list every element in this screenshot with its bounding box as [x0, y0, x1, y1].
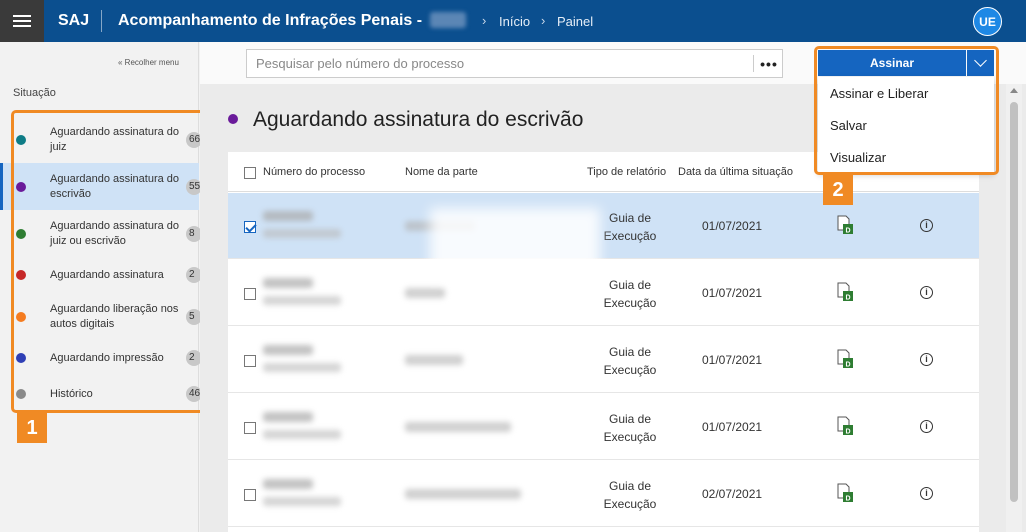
scrollbar-thumb[interactable] — [1010, 102, 1018, 502]
svg-text:D: D — [845, 496, 850, 503]
redacted-title-part — [430, 12, 466, 28]
annotation-box-1 — [11, 110, 208, 413]
user-avatar[interactable]: UE — [973, 7, 1002, 36]
document-d-icon[interactable]: D — [836, 349, 854, 369]
annotation-tag-1: 1 — [17, 413, 47, 443]
redacted-party-name — [405, 355, 463, 365]
breadcrumb-separator-icon: › — [541, 13, 546, 28]
row-checkbox[interactable] — [244, 288, 256, 300]
cell-data: 01/07/2021 — [702, 219, 763, 233]
cell-tipo: Guia de Execução — [603, 345, 657, 377]
redaction-overlay — [430, 208, 600, 280]
hamburger-icon — [13, 15, 31, 27]
redacted-process-code — [263, 229, 341, 238]
breadcrumb-painel[interactable]: Painel — [557, 14, 593, 29]
scroll-up-icon[interactable] — [1010, 88, 1018, 93]
cell-data: 01/07/2021 — [702, 420, 763, 434]
breadcrumb-inicio[interactable]: Início — [499, 14, 530, 29]
document-d-icon[interactable]: D — [836, 282, 854, 302]
more-options-button[interactable]: ••• — [755, 50, 783, 77]
redacted-process-number — [263, 278, 313, 288]
annotation-box-2 — [814, 46, 999, 175]
cell-data: 01/07/2021 — [702, 353, 763, 367]
redacted-process-code — [263, 430, 341, 439]
info-icon[interactable]: i — [920, 353, 933, 366]
cell-tipo: Guia de Execução — [603, 211, 657, 243]
search-divider — [753, 55, 754, 72]
table-row[interactable]: Guia de Execução 01/07/2021 D i — [228, 260, 979, 326]
vertical-scrollbar[interactable] — [1006, 84, 1022, 532]
process-table: Número do processo Nome da parte Tipo de… — [228, 152, 979, 532]
document-d-icon[interactable]: D — [836, 483, 854, 503]
annotation-tag-2: 2 — [823, 175, 853, 205]
search-input[interactable] — [247, 50, 753, 77]
row-checkbox[interactable] — [244, 355, 256, 367]
heading-status-dot-icon — [228, 114, 238, 124]
redacted-party-name — [405, 489, 521, 499]
column-header-nome[interactable]: Nome da parte — [405, 166, 478, 178]
collapse-menu-button[interactable]: « Recolher menu — [118, 58, 179, 67]
redacted-process-code — [263, 497, 341, 506]
svg-text:D: D — [845, 228, 850, 235]
redacted-process-number — [263, 211, 313, 221]
row-checkbox[interactable] — [244, 422, 256, 434]
cell-tipo: Guia de Execução — [603, 412, 657, 444]
document-d-icon[interactable]: D — [836, 215, 854, 235]
info-icon[interactable]: i — [920, 219, 933, 232]
table-row[interactable]: Guia de Execução 01/07/2021 D i — [228, 193, 979, 259]
column-header-tipo[interactable]: Tipo de relatório — [587, 166, 666, 178]
row-checkbox[interactable] — [244, 489, 256, 501]
info-icon[interactable]: i — [920, 420, 933, 433]
redacted-process-number — [263, 345, 313, 355]
svg-text:D: D — [845, 295, 850, 302]
redacted-party-name — [405, 422, 511, 432]
search-box: ••• — [246, 49, 783, 78]
table-row[interactable]: Guia de Execução 01/07/2021 D i — [228, 327, 979, 393]
page-title: Aguardando assinatura do escrivão — [253, 108, 584, 131]
top-bar: SAJ Acompanhamento de Infrações Penais -… — [0, 0, 1026, 42]
cell-data: 01/07/2021 — [702, 286, 763, 300]
select-all-checkbox[interactable] — [244, 167, 256, 179]
redacted-process-code — [263, 363, 341, 372]
svg-text:D: D — [845, 362, 850, 369]
document-d-icon[interactable]: D — [836, 416, 854, 436]
header-divider — [101, 10, 102, 32]
table-row[interactable]: Guia de Execução 02/07/2021 D i — [228, 461, 979, 527]
redacted-process-number — [263, 412, 313, 422]
redacted-party-name — [405, 288, 445, 298]
cell-data: 02/07/2021 — [702, 487, 763, 501]
cell-tipo: Guia de Execução — [603, 479, 657, 511]
info-icon[interactable]: i — [920, 286, 933, 299]
table-row[interactable]: Guia de Execução 01/07/2021 D i — [228, 394, 979, 460]
redacted-process-number — [263, 479, 313, 489]
row-checkbox[interactable] — [244, 221, 256, 233]
column-header-data[interactable]: Data da última situação — [678, 166, 793, 178]
situacao-title: Situação — [13, 87, 56, 99]
cell-tipo: Guia de Execução — [603, 278, 657, 310]
breadcrumb-separator-icon: › — [482, 13, 487, 28]
column-header-numero[interactable]: Número do processo — [263, 166, 365, 178]
brand-logo: SAJ — [58, 12, 90, 29]
hamburger-menu-button[interactable] — [0, 0, 44, 42]
info-icon[interactable]: i — [920, 487, 933, 500]
svg-text:D: D — [845, 429, 850, 436]
redacted-process-code — [263, 296, 341, 305]
app-title: Acompanhamento de Infrações Penais - — [118, 12, 423, 29]
